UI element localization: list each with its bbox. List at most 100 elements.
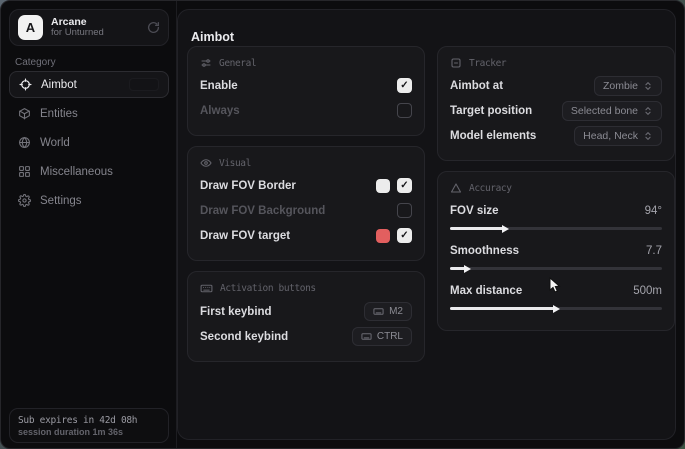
always-checkbox[interactable] (397, 103, 412, 118)
keybind-value: CTRL (377, 331, 403, 342)
sidebar-item-aimbot[interactable]: Aimbot (9, 71, 169, 98)
scan-icon (450, 57, 462, 69)
slider-row-max-distance: Max distance 500m (450, 281, 662, 318)
cube-icon (18, 107, 31, 120)
slider-value: 94° (645, 205, 662, 217)
slider-value: 7.7 (646, 245, 662, 257)
right-column: Tracker Aimbot at Zombie Target posit (437, 46, 675, 331)
page-title: Aimbot (191, 30, 234, 44)
first-keybind-button[interactable]: M2 (364, 302, 412, 321)
setting-row-fov-target: Draw FOV target ✓ (200, 223, 412, 248)
fov-size-slider[interactable] (450, 227, 662, 230)
visual-card: Visual Draw FOV Border ✓ Draw FOV Backgr… (187, 146, 425, 261)
enable-checkbox[interactable]: ✓ (397, 78, 412, 93)
sliders-icon (200, 57, 212, 69)
chevrons-up-down-icon (643, 81, 653, 91)
subscription-info: Sub expires in 42d 08h session duration … (9, 408, 169, 443)
sidebar-item-label: Miscellaneous (40, 166, 113, 178)
card-title: Visual (219, 158, 251, 169)
grid-icon (18, 165, 31, 178)
smoothness-slider[interactable] (450, 267, 662, 270)
aimbot-at-dropdown[interactable]: Zombie (594, 76, 662, 96)
sidebar-nav: Aimbot Entities World (9, 71, 169, 214)
slider-row-fov-size: FOV size 94° (450, 201, 662, 238)
setting-label: Second keybind (200, 331, 288, 343)
session-duration-text: session duration 1m 36s (18, 427, 160, 437)
refresh-icon[interactable] (147, 21, 160, 34)
keyboard-icon (200, 282, 213, 295)
app-window: A Arcane for Unturned Category Aimbot (0, 0, 685, 449)
card-title: Accuracy (469, 183, 512, 194)
slider-thumb[interactable] (464, 265, 471, 273)
left-column: General Enable ✓ Always (187, 46, 425, 362)
gear-icon (18, 194, 31, 207)
slider-row-smoothness: Smoothness 7.7 (450, 241, 662, 278)
second-keybind-button[interactable]: CTRL (352, 327, 412, 346)
setting-label: Aimbot at (450, 80, 503, 92)
setting-label: Max distance (450, 285, 522, 297)
slider-value: 500m (633, 285, 662, 297)
setting-label: Model elements (450, 130, 536, 142)
sidebar-item-miscellaneous[interactable]: Miscellaneous (9, 158, 169, 185)
color-swatch[interactable] (376, 179, 390, 193)
dropdown-value: Selected bone (571, 105, 638, 117)
setting-row-enable: Enable ✓ (200, 73, 412, 98)
sub-expiry-text: Sub expires in 42d 08h (18, 415, 160, 426)
crosshair-icon (19, 78, 32, 91)
setting-row-fov-background: Draw FOV Background (200, 198, 412, 223)
color-swatch[interactable] (376, 229, 390, 243)
general-card: General Enable ✓ Always (187, 46, 425, 136)
brand-card: A Arcane for Unturned (9, 9, 169, 46)
sidebar-item-world[interactable]: World (9, 129, 169, 156)
card-title: Tracker (469, 58, 506, 69)
chevrons-up-down-icon (643, 106, 653, 116)
keybind-value: M2 (389, 306, 403, 317)
keyboard-icon (361, 331, 372, 342)
sidebar-item-entities[interactable]: Entities (9, 100, 169, 127)
setting-row-fov-border: Draw FOV Border ✓ (200, 173, 412, 198)
setting-label: Draw FOV target (200, 230, 290, 242)
triangle-icon (450, 182, 462, 194)
chevrons-up-down-icon (643, 131, 653, 141)
setting-row-second-keybind: Second keybind CTRL (200, 324, 412, 349)
card-title: General (219, 58, 256, 69)
setting-label: First keybind (200, 306, 272, 318)
activation-card: Activation buttons First keybind M2 S (187, 271, 425, 362)
sidebar-item-label: Settings (40, 195, 82, 207)
category-label: Category (15, 57, 56, 68)
setting-row-first-keybind: First keybind M2 (200, 299, 412, 324)
dropdown-value: Head, Neck (583, 130, 638, 142)
setting-label: FOV size (450, 205, 499, 217)
target-position-dropdown[interactable]: Selected bone (562, 101, 662, 121)
keyboard-icon (373, 306, 384, 317)
setting-label: Draw FOV Border (200, 180, 296, 192)
sidebar-item-label: Aimbot (41, 79, 77, 91)
slider-thumb[interactable] (502, 225, 509, 233)
brand-subtitle: for Unturned (51, 28, 139, 39)
globe-icon (18, 136, 31, 149)
dropdown-value: Zombie (603, 80, 638, 92)
eye-icon (200, 157, 212, 169)
fov-target-checkbox[interactable]: ✓ (397, 228, 412, 243)
fov-border-checkbox[interactable]: ✓ (397, 178, 412, 193)
app-logo: A (18, 15, 43, 40)
main-panel: Aimbot General Enable ✓ Always (177, 9, 676, 440)
accuracy-card: Accuracy FOV size 94° Smoothne (437, 171, 675, 331)
setting-row-always: Always (200, 98, 412, 123)
setting-label: Always (200, 105, 240, 117)
setting-label: Smoothness (450, 245, 519, 257)
sidebar-item-label: World (40, 137, 70, 149)
setting-label: Enable (200, 80, 238, 92)
fov-background-checkbox[interactable] (397, 203, 412, 218)
max-distance-slider[interactable] (450, 307, 662, 310)
setting-row-model-elements: Model elements Head, Neck (450, 123, 662, 148)
setting-label: Target position (450, 105, 532, 117)
sidebar-item-label: Entities (40, 108, 78, 120)
tracker-card: Tracker Aimbot at Zombie Target posit (437, 46, 675, 161)
model-elements-dropdown[interactable]: Head, Neck (574, 126, 662, 146)
nav-keybind-badge (129, 78, 159, 91)
sidebar-item-settings[interactable]: Settings (9, 187, 169, 214)
slider-thumb[interactable] (553, 305, 560, 313)
setting-row-target-position: Target position Selected bone (450, 98, 662, 123)
setting-row-aimbot-at: Aimbot at Zombie (450, 73, 662, 98)
